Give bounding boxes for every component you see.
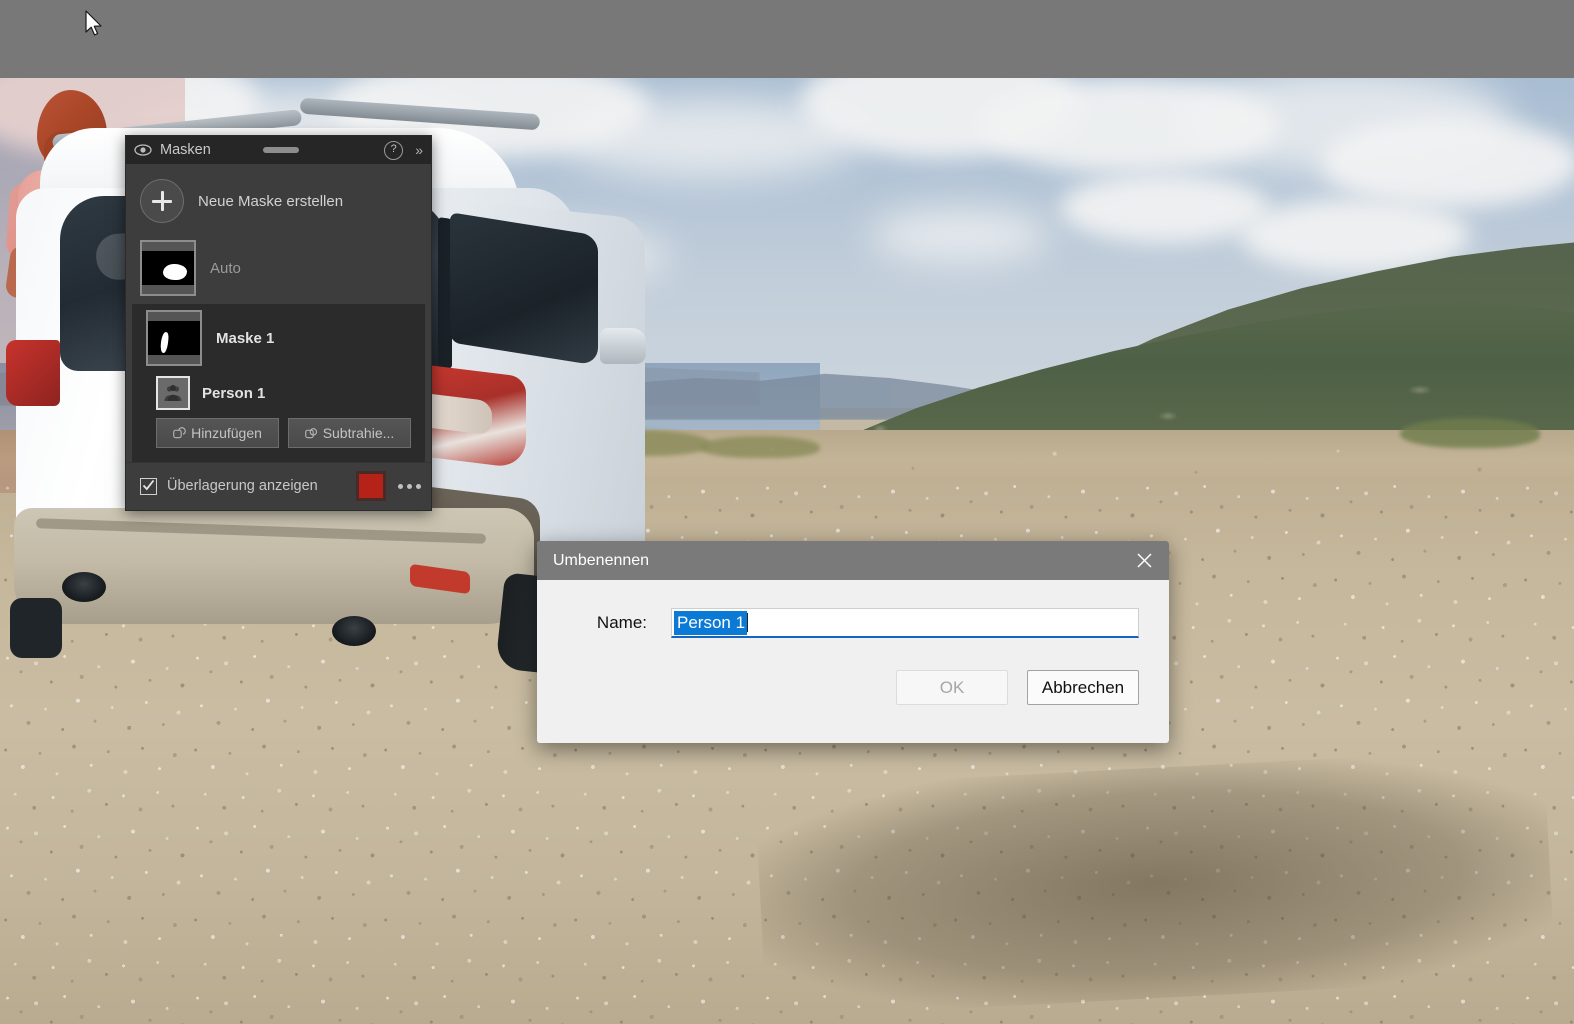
- mask-group-selected: Maske 1 Person 1 Hinzufügen Subtrahie...: [132, 304, 425, 462]
- mask-list-item-maske-1[interactable]: Maske 1: [132, 304, 425, 372]
- dialog-body: Name: Person 1: [537, 580, 1169, 648]
- mask-sub-label-person-1: Person 1: [202, 384, 266, 402]
- masks-panel[interactable]: Masken ? » Neue Maske erstellen Auto Mas…: [125, 135, 432, 511]
- ok-button-label: OK: [939, 677, 965, 697]
- car-side-mirror: [600, 328, 646, 364]
- mask-sub-item-person-1[interactable]: Person 1: [132, 372, 425, 416]
- help-icon[interactable]: ?: [384, 140, 404, 160]
- show-overlay-checkbox[interactable]: [140, 477, 157, 495]
- subtract-shape-button[interactable]: Subtrahie...: [288, 418, 411, 448]
- expand-chevron-icon[interactable]: »: [415, 142, 423, 158]
- masks-panel-footer: Überlagerung anzeigen: [126, 462, 431, 510]
- add-shape-icon: [173, 426, 186, 438]
- mouse-cursor: [84, 10, 104, 45]
- cancel-button[interactable]: Abbrechen: [1027, 670, 1139, 705]
- close-icon[interactable]: [1127, 546, 1161, 576]
- subtract-shape-label: Subtrahie...: [322, 425, 395, 441]
- create-new-mask-row[interactable]: Neue Maske erstellen: [126, 170, 431, 234]
- dialog-title-bar[interactable]: Umbenennen: [537, 541, 1169, 580]
- mask-action-buttons: Hinzufügen Subtrahie...: [132, 416, 425, 460]
- car-exhaust-right: [332, 616, 376, 646]
- rename-dialog[interactable]: Umbenennen Name: Person 1 OK Abbrechen: [537, 541, 1169, 743]
- mask-thumbnail-person[interactable]: [146, 310, 202, 366]
- car-tail-light-left: [6, 340, 60, 406]
- masks-panel-header[interactable]: Masken ? »: [126, 136, 431, 164]
- name-input-value: Person 1: [674, 610, 748, 635]
- show-overlay-label: Überlagerung anzeigen: [167, 478, 318, 494]
- car-exhaust-left: [62, 572, 106, 602]
- add-shape-label: Hinzufügen: [191, 425, 262, 441]
- mask-thumbnail-car[interactable]: [140, 240, 196, 296]
- car-side-window: [450, 212, 598, 366]
- mask-label-maske-1: Maske 1: [216, 329, 275, 347]
- dialog-title: Umbenennen: [553, 551, 650, 569]
- dialog-actions: OK Abbrechen: [537, 648, 1169, 743]
- ok-button[interactable]: OK: [896, 670, 1008, 705]
- overlay-color-swatch[interactable]: [356, 471, 386, 501]
- top-toolbar: [0, 0, 1574, 78]
- plus-circle-icon[interactable]: [140, 179, 184, 223]
- masks-panel-body: Neue Maske erstellen Auto Maske 1 Person…: [126, 164, 431, 462]
- people-icon[interactable]: [156, 376, 190, 410]
- mask-list-item-auto[interactable]: Auto: [126, 234, 431, 302]
- mask-label-auto: Auto: [210, 259, 241, 277]
- create-new-mask-label: Neue Maske erstellen: [198, 192, 344, 210]
- application-window: Masken ? » Neue Maske erstellen Auto Mas…: [0, 0, 1574, 1024]
- name-field-label: Name:: [596, 613, 647, 632]
- text-caret: [747, 613, 749, 632]
- name-input[interactable]: Person 1: [671, 608, 1139, 638]
- car-wheel-left: [10, 598, 62, 658]
- car-shadow: [754, 747, 1556, 1019]
- drag-handle[interactable]: [262, 147, 299, 153]
- eye-icon[interactable]: [134, 143, 152, 157]
- ellipsis-icon[interactable]: [398, 483, 421, 489]
- masks-panel-title: Masken: [160, 142, 211, 158]
- subtract-shape-icon: [304, 427, 317, 438]
- cancel-button-label: Abbrechen: [1041, 677, 1125, 697]
- add-shape-button[interactable]: Hinzufügen: [156, 418, 279, 448]
